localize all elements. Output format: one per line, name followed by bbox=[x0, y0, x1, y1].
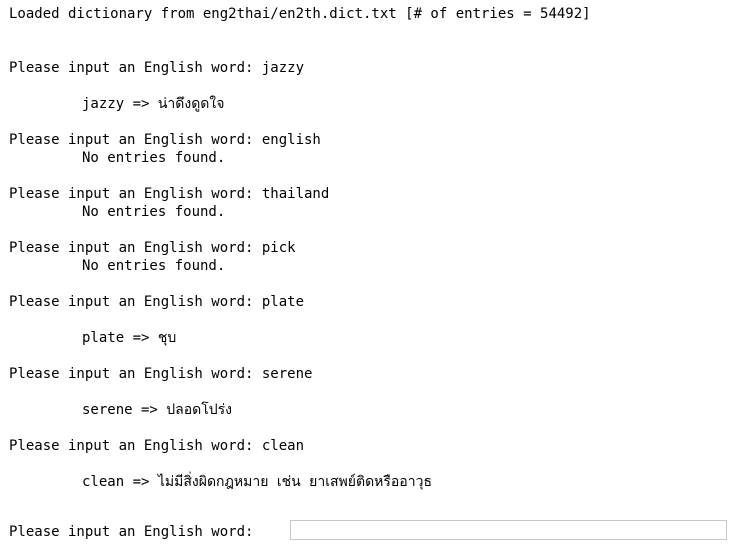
prompt-line: Please input an English word: plate bbox=[9, 294, 305, 310]
result-line: serene => ปลอดโปร่ง bbox=[82, 402, 233, 418]
result-line: No entries found. bbox=[82, 150, 226, 166]
result-line: No entries found. bbox=[82, 258, 226, 274]
prompt-line: Please input an English word: jazzy bbox=[9, 60, 305, 76]
prompt-line: Please input an English word: pick bbox=[9, 240, 296, 256]
prompt-line: Please input an English word: clean bbox=[9, 438, 305, 454]
loaded-dictionary-line: Loaded dictionary from eng2thai/en2th.di… bbox=[9, 6, 591, 22]
current-prompt-label: Please input an English word: bbox=[9, 524, 254, 540]
result-line: No entries found. bbox=[82, 204, 226, 220]
prompt-line: Please input an English word: serene bbox=[9, 366, 313, 382]
prompt-line: Please input an English word: english bbox=[9, 132, 321, 148]
prompt-line: Please input an English word: thailand bbox=[9, 186, 330, 202]
result-line: jazzy => น่าดึงดูดใจ bbox=[82, 96, 225, 112]
result-line: clean => ไม่มีสิ่งผิดกฎหมาย เช่น ยาเสพย์… bbox=[82, 474, 432, 490]
result-line: plate => ชุบ bbox=[82, 330, 177, 346]
word-input[interactable] bbox=[290, 520, 727, 540]
